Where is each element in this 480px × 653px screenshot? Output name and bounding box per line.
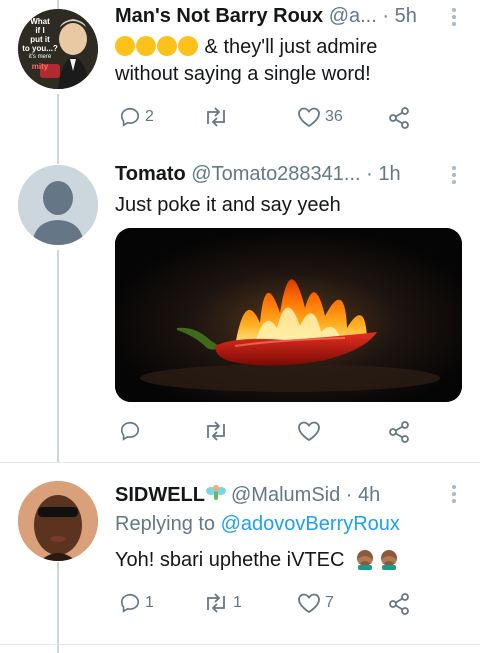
retweet-button[interactable] <box>203 420 233 442</box>
share-button[interactable] <box>387 420 411 444</box>
share-button[interactable] <box>387 592 411 616</box>
heart-icon <box>298 593 320 614</box>
like-count: 36 <box>325 108 343 125</box>
like-button[interactable] <box>297 420 325 442</box>
tweet-text: & they'll just admire without saying a s… <box>115 34 377 88</box>
display-name[interactable]: Tomato <box>115 163 186 185</box>
tweet-text-line: Yoh! sbari uphethe iVTEC <box>115 549 350 571</box>
timestamp[interactable]: · 5h <box>382 5 416 27</box>
person-facepalming-emoji-icon <box>356 550 373 570</box>
avatar-caption: mity <box>31 62 49 71</box>
heart-icon <box>298 421 320 442</box>
avatar-caption: put it <box>30 35 50 44</box>
rolling-on-floor-laughing-emoji <box>178 36 198 56</box>
default-avatar-icon <box>18 165 98 245</box>
retweet-icon <box>207 593 225 613</box>
tweet-actions <box>115 420 435 446</box>
reply-count: 2 <box>145 108 154 125</box>
avatar-caption: if I <box>35 26 45 35</box>
reply-icon <box>120 107 140 127</box>
replying-to-line: Replying to @adovovBerryRoux <box>115 511 400 538</box>
reply-button[interactable] <box>119 420 145 442</box>
heart-icon <box>298 107 320 128</box>
share-icon <box>389 421 409 443</box>
reply-button[interactable]: 1 <box>119 592 154 614</box>
tweet-text-line: without saying a single word! <box>115 63 371 85</box>
tweet-header: SIDWELL @MalumSid · 4h <box>115 482 380 507</box>
retweet-icon <box>207 107 225 127</box>
share-icon <box>389 107 409 129</box>
retweet-count: 1 <box>233 594 242 611</box>
tweet-actions: 2 36 <box>115 106 435 132</box>
avatar-caption: it's mere <box>28 54 52 60</box>
replying-to-label: Replying to <box>115 513 221 535</box>
user-handle[interactable]: @Tomato288341... <box>191 163 360 185</box>
display-name[interactable]: SIDWELL <box>115 484 205 506</box>
avatar[interactable] <box>18 481 98 561</box>
more-options-icon[interactable] <box>452 485 456 506</box>
replying-to-link[interactable]: @adovovBerryRoux <box>221 513 400 535</box>
tweet[interactable]: What if I put it to you...? it's mere mi… <box>0 0 480 160</box>
timestamp[interactable]: · 1h <box>366 163 400 185</box>
avatar-caption: to you...? <box>22 44 58 53</box>
person-facepalming-emoji-icon <box>380 550 397 570</box>
reply-count: 1 <box>145 594 154 611</box>
avatar[interactable]: What if I put it to you...? it's mere mi… <box>18 9 98 89</box>
retweet-button[interactable]: 1 <box>203 592 242 614</box>
tweet-text-line: & they'll just admire <box>199 36 378 58</box>
like-button[interactable]: 7 <box>297 592 334 614</box>
user-handle[interactable]: @MalumSid <box>231 484 340 506</box>
rolling-on-floor-laughing-emoji <box>115 36 135 56</box>
retweet-button[interactable] <box>203 106 233 128</box>
tweet-actions: 1 1 7 <box>115 592 435 618</box>
reply-button[interactable]: 2 <box>119 106 154 128</box>
fairy-emoji-icon <box>206 485 226 500</box>
reply-icon <box>120 593 140 613</box>
avatar[interactable] <box>18 165 98 245</box>
tweet-divider <box>0 644 480 645</box>
tweet-media-image[interactable] <box>115 228 462 402</box>
avatar-caption: What <box>30 17 50 26</box>
like-count: 7 <box>325 594 334 611</box>
user-handle[interactable]: @a... <box>329 5 377 27</box>
more-options-icon[interactable] <box>452 166 456 187</box>
user-photo-avatar-icon <box>18 481 98 561</box>
share-icon <box>389 593 409 615</box>
tears-of-joy-emoji <box>157 36 177 56</box>
tweet-text: Yoh! sbari uphethe iVTEC <box>115 547 400 574</box>
reply-icon <box>120 421 140 441</box>
tweet-header: Man's Not Barry Roux @a... · 5h <box>115 5 417 28</box>
display-name[interactable]: Man's Not Barry Roux <box>115 5 323 27</box>
like-button[interactable]: 36 <box>297 106 343 128</box>
timestamp[interactable]: · 4h <box>346 484 380 506</box>
retweet-icon <box>207 421 225 441</box>
tweet-text: Just poke it and say yeeh <box>115 194 341 216</box>
tweet-header: Tomato @Tomato288341... · 1h <box>115 163 401 186</box>
rolling-on-floor-laughing-emoji <box>136 36 156 56</box>
flaming-chili-pepper-image <box>115 228 462 402</box>
share-button[interactable] <box>387 106 411 130</box>
more-options-icon[interactable] <box>452 8 456 29</box>
